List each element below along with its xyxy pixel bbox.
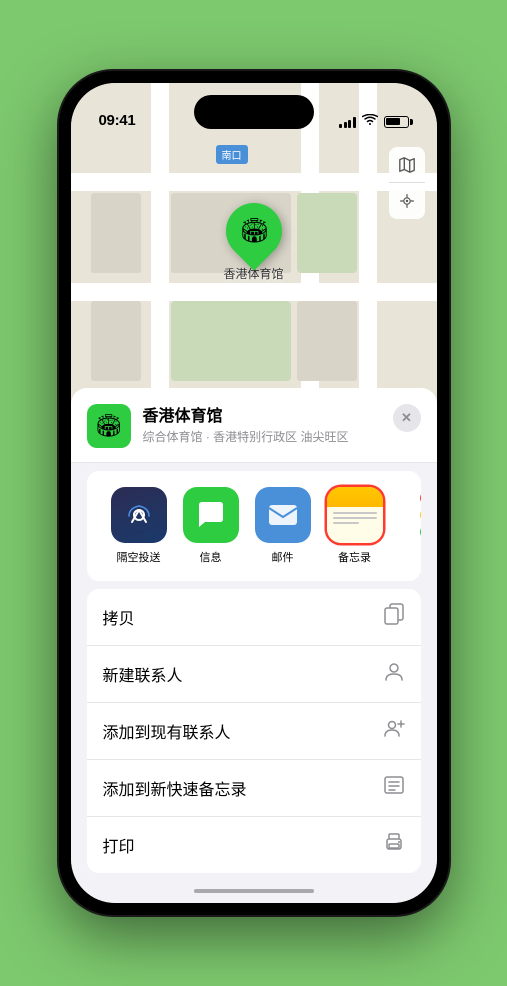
map-block xyxy=(91,301,141,381)
action-add-existing[interactable]: 添加到现有联系人 xyxy=(87,703,421,760)
copy-icon xyxy=(383,603,405,631)
venue-pin: 🏟 香港体育馆 xyxy=(223,203,283,282)
messages-icon xyxy=(183,487,239,543)
close-button[interactable]: ✕ xyxy=(393,404,421,432)
mail-label: 邮件 xyxy=(272,549,294,565)
map-road xyxy=(71,283,437,301)
status-icons xyxy=(339,114,409,129)
new-contact-icon xyxy=(383,660,405,688)
dot-yellow xyxy=(420,508,421,522)
share-app-notes[interactable]: 备忘录 xyxy=(319,487,391,565)
add-existing-icon xyxy=(383,717,405,745)
pin-circle: 🏟 xyxy=(214,191,293,270)
signal-icon xyxy=(339,116,356,128)
action-new-contact[interactable]: 新建联系人 xyxy=(87,646,421,703)
bottom-sheet: 🏟 香港体育馆 综合体育馆 · 香港特别行政区 油尖旺区 ✕ xyxy=(71,388,437,903)
location-button[interactable] xyxy=(389,183,425,219)
map-block xyxy=(297,301,357,381)
status-time: 09:41 xyxy=(99,112,136,129)
dynamic-island xyxy=(194,95,314,129)
action-print[interactable]: 打印 xyxy=(87,817,421,873)
map-road xyxy=(71,173,437,191)
share-app-messages[interactable]: 信息 xyxy=(175,487,247,565)
more-apps[interactable] xyxy=(399,487,421,539)
dot-red xyxy=(420,491,421,505)
map-controls xyxy=(389,147,425,219)
home-indicator xyxy=(194,889,314,893)
dot-green xyxy=(420,525,421,539)
notes-icon xyxy=(327,487,383,543)
map-label: 南口 xyxy=(216,145,248,164)
map-type-button[interactable] xyxy=(389,147,425,183)
airdrop-label: 隔空投送 xyxy=(117,549,161,565)
add-note-icon xyxy=(383,774,405,802)
more-icon xyxy=(420,491,421,539)
home-indicator-area xyxy=(71,873,437,903)
action-add-note[interactable]: 添加到新快速备忘录 xyxy=(87,760,421,817)
wifi-icon xyxy=(362,114,378,129)
share-row: 隔空投送 信息 xyxy=(87,471,421,581)
venue-icon: 🏟 xyxy=(87,404,131,448)
share-app-mail[interactable]: 邮件 xyxy=(247,487,319,565)
phone-frame: 09:41 xyxy=(59,71,449,915)
map-green-area xyxy=(297,193,357,273)
messages-label: 信息 xyxy=(200,549,222,565)
pin-icon: 🏟 xyxy=(238,217,268,246)
battery-icon xyxy=(384,116,409,128)
print-label: 打印 xyxy=(103,833,135,857)
action-list: 拷贝 新建联系人 xyxy=(87,589,421,873)
airdrop-icon xyxy=(111,487,167,543)
venue-info: 香港体育馆 综合体育馆 · 香港特别行政区 油尖旺区 xyxy=(143,407,421,445)
share-app-airdrop[interactable]: 隔空投送 xyxy=(103,487,175,565)
new-contact-label: 新建联系人 xyxy=(103,662,183,686)
mail-icon xyxy=(255,487,311,543)
notes-label: 备忘录 xyxy=(338,549,371,565)
venue-subtitle: 综合体育馆 · 香港特别行政区 油尖旺区 xyxy=(143,428,421,445)
map-green-area xyxy=(171,301,291,381)
action-copy[interactable]: 拷贝 xyxy=(87,589,421,646)
add-note-label: 添加到新快速备忘录 xyxy=(103,776,247,800)
print-icon xyxy=(383,831,405,859)
phone-screen: 09:41 xyxy=(71,83,437,903)
venue-name: 香港体育馆 xyxy=(143,407,421,426)
add-existing-label: 添加到现有联系人 xyxy=(103,719,231,743)
copy-label: 拷贝 xyxy=(103,605,135,629)
map-block xyxy=(91,193,141,273)
venue-header: 🏟 香港体育馆 综合体育馆 · 香港特别行政区 油尖旺区 ✕ xyxy=(71,388,437,463)
